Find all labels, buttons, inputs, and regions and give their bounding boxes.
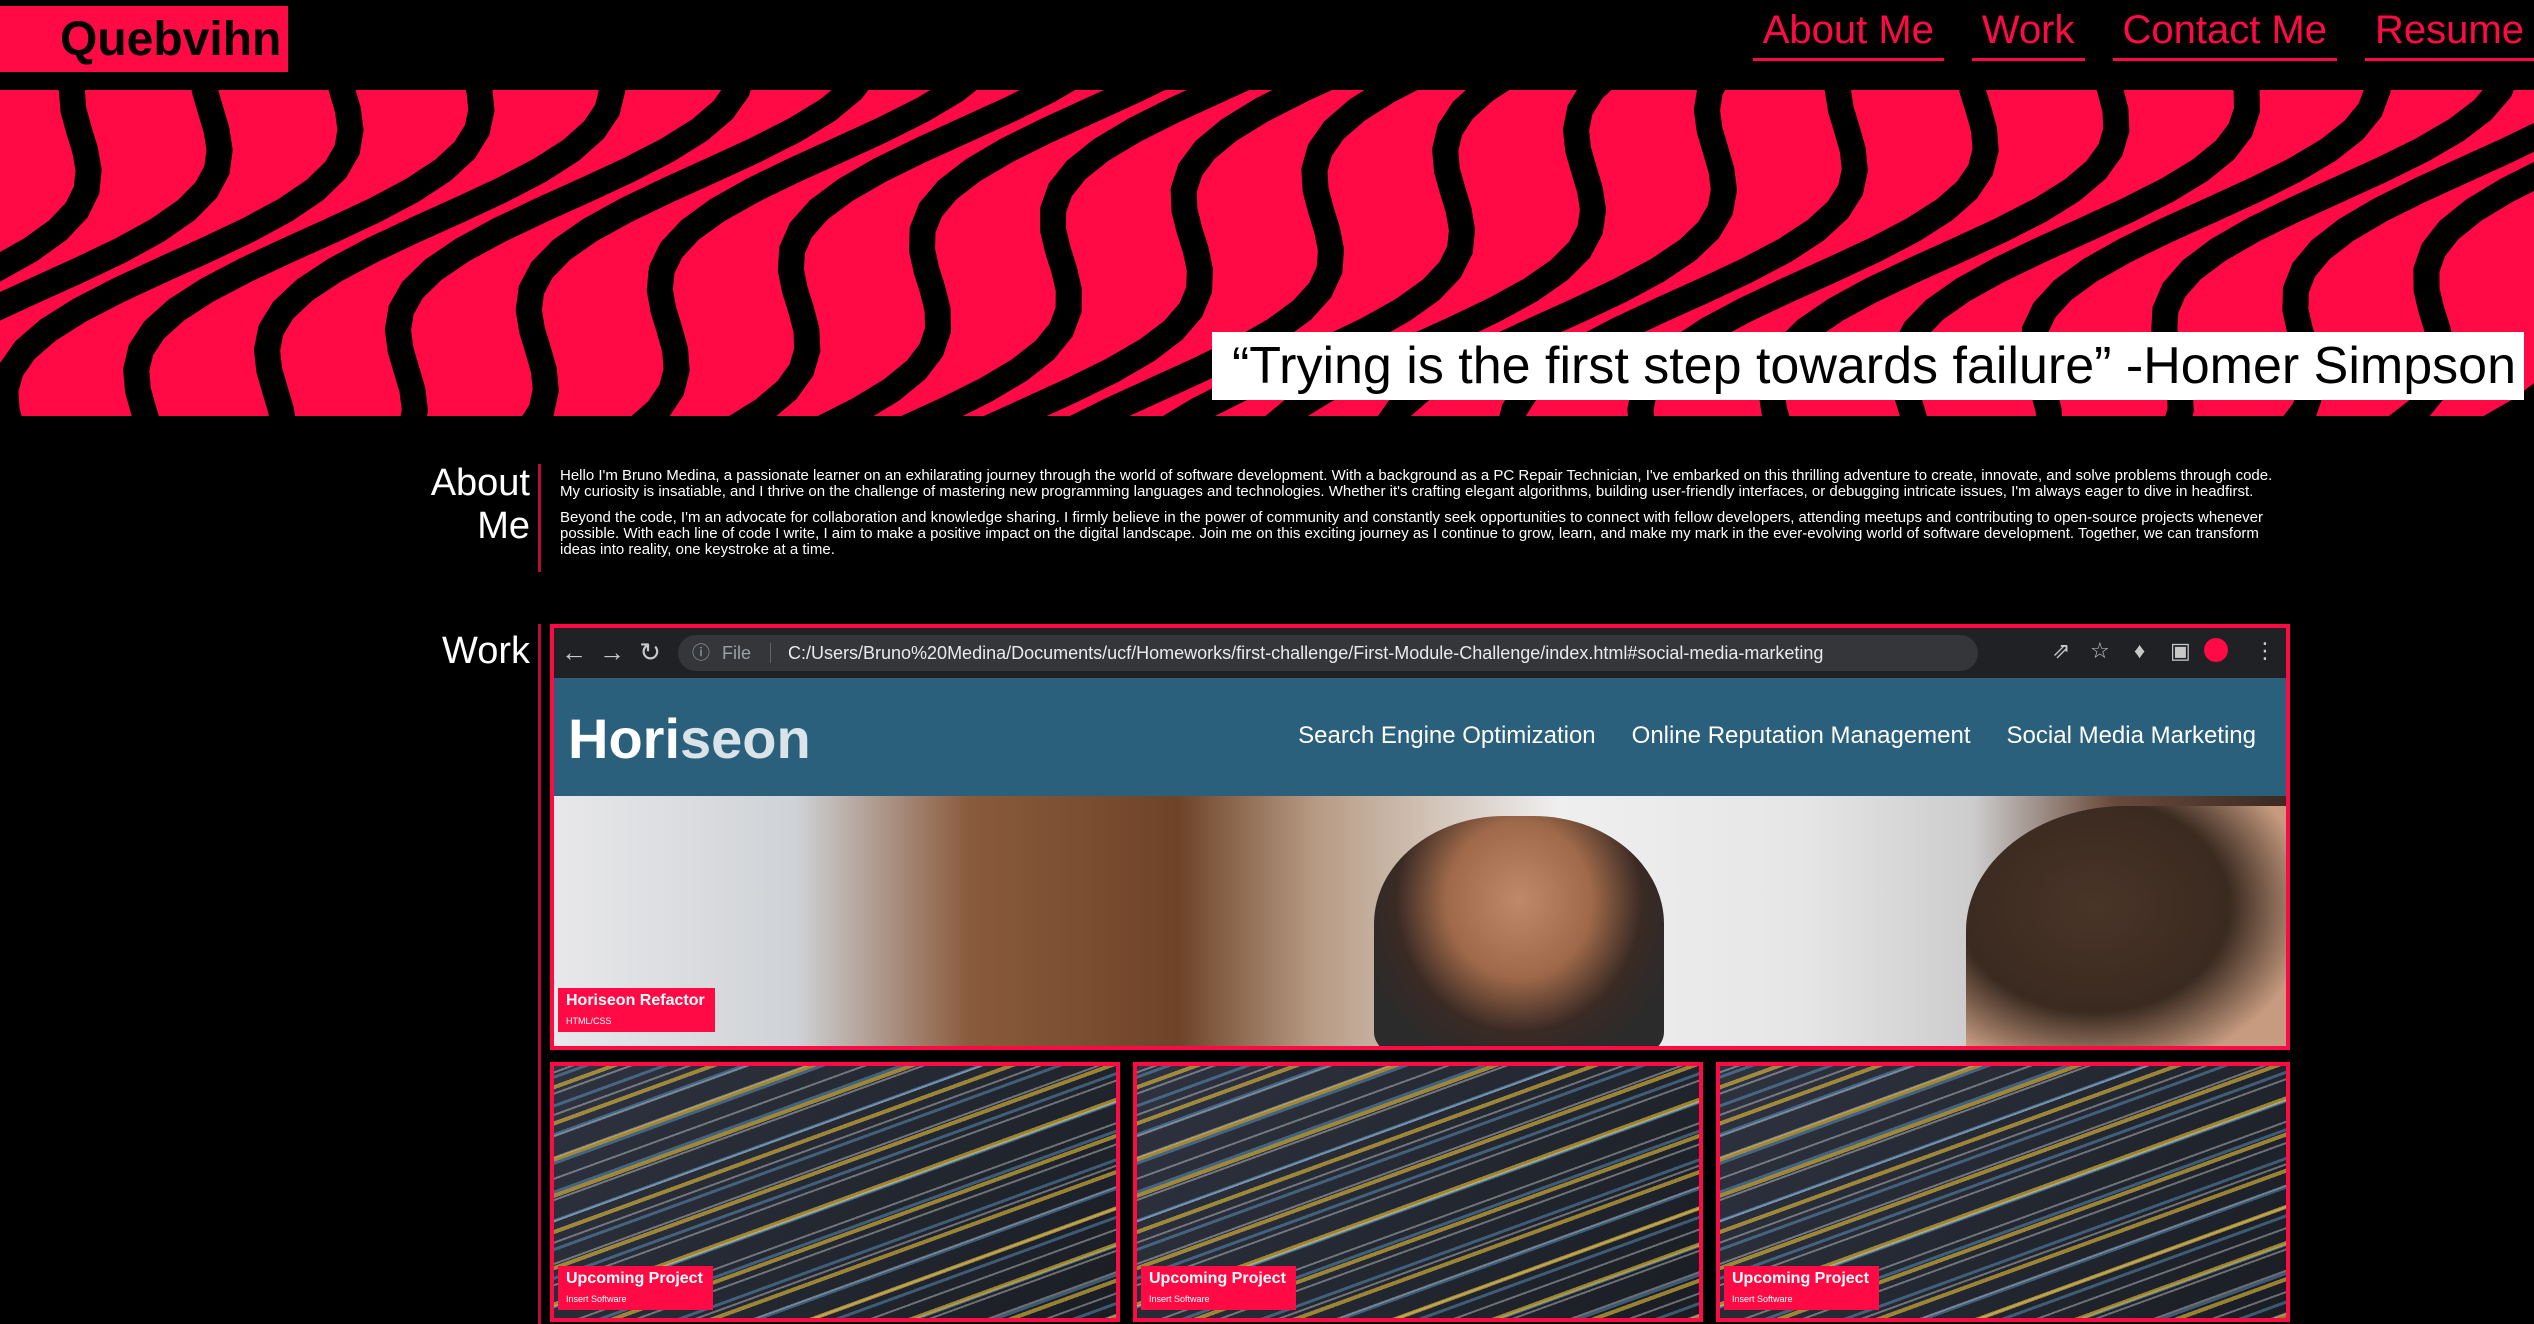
project-card[interactable]: Upcoming Project Insert Software <box>1133 1062 1703 1322</box>
nav-contact-me[interactable]: Contact Me <box>2112 0 2338 61</box>
main-nav: About Me Work Contact Me Resume <box>1725 0 2534 70</box>
project-label: Upcoming Project Insert Software <box>1724 1266 1879 1310</box>
featured-project[interactable]: ← → ↻ ⓘ File C:/Users/Bruno%20Medina/Doc… <box>550 624 2290 1050</box>
extension-icon: ♦ <box>2134 638 2146 663</box>
nav-about-me[interactable]: About Me <box>1752 0 1944 61</box>
horiseon-header: Horiseon Search Engine Optimization Onli… <box>554 678 2286 796</box>
project-title: Horiseon Refactor <box>566 992 705 1009</box>
reload-icon: ↻ <box>639 637 661 667</box>
menu-dots-icon: ⋮ <box>2254 638 2276 663</box>
forward-arrow-icon: → <box>599 637 625 667</box>
side-panel-icon: ▣ <box>2170 638 2191 663</box>
file-label: File <box>722 643 752 663</box>
share-icon: ⇗ <box>2052 638 2071 663</box>
horiseon-logo: Horiseon <box>568 706 811 771</box>
project-title: Upcoming Project <box>566 1270 703 1287</box>
work-divider <box>538 624 541 1324</box>
project-label: Upcoming Project Insert Software <box>558 1266 713 1310</box>
info-icon: ⓘ <box>692 643 710 663</box>
project-label: Upcoming Project Insert Software <box>1141 1266 1296 1310</box>
about-text: Hello I'm Bruno Medina, a passionate lea… <box>560 468 2290 568</box>
address-separator <box>770 643 771 663</box>
horiseon-nav-item: Search Engine Optimization <box>1298 722 1596 749</box>
horiseon-logo-part-1: Hori <box>568 707 680 770</box>
browser-toolbar: ← → ↻ ⓘ File C:/Users/Bruno%20Medina/Doc… <box>554 628 2286 678</box>
horiseon-nav-item: Online Reputation Management <box>1631 722 1971 749</box>
site-logo[interactable]: Quebvihn <box>0 6 288 72</box>
star-icon: ☆ <box>2090 638 2110 663</box>
project-title: Upcoming Project <box>1732 1270 1869 1287</box>
about-divider <box>538 464 541 572</box>
address-url: C:/Users/Bruno%20Medina/Documents/ucf/Ho… <box>788 643 1824 663</box>
project-card[interactable]: Upcoming Project Insert Software <box>550 1062 1120 1322</box>
back-arrow-icon: ← <box>561 637 587 667</box>
horiseon-nav: Search Engine Optimization Online Reputa… <box>1298 722 2256 750</box>
address-bar: ⓘ File C:/Users/Bruno%20Medina/Documents… <box>678 635 1978 671</box>
profile-icon <box>2204 638 2228 662</box>
photo-person <box>1966 806 2286 1046</box>
project-title: Upcoming Project <box>1149 1270 1286 1287</box>
work-title: Work <box>442 630 530 672</box>
horiseon-nav-item: Social Media Marketing <box>2006 722 2256 749</box>
project-label: Horiseon Refactor HTML/CSS <box>558 988 715 1032</box>
about-title: About Me <box>430 462 530 547</box>
project-subtitle: HTML/CSS <box>566 1016 612 1026</box>
project-card[interactable]: Upcoming Project Insert Software <box>1716 1062 2290 1322</box>
nav-work[interactable]: Work <box>1971 0 2085 61</box>
project-subtitle: Insert Software <box>1149 1294 1210 1304</box>
about-paragraph-2: Beyond the code, I'm an advocate for col… <box>560 509 2264 558</box>
nav-resume[interactable]: Resume <box>2365 0 2534 61</box>
site-header: Quebvihn About Me Work Contact Me Resume <box>0 0 2534 90</box>
horiseon-logo-part-2: seon <box>680 707 811 770</box>
about-paragraph-1: Hello I'm Bruno Medina, a passionate lea… <box>560 467 2273 500</box>
horiseon-hero-photo <box>554 796 2286 1046</box>
project-subtitle: Insert Software <box>566 1294 627 1304</box>
project-subtitle: Insert Software <box>1732 1294 1793 1304</box>
hero-quote: “Trying is the first step towards failur… <box>1211 332 2524 400</box>
photo-person <box>1374 816 1664 1046</box>
